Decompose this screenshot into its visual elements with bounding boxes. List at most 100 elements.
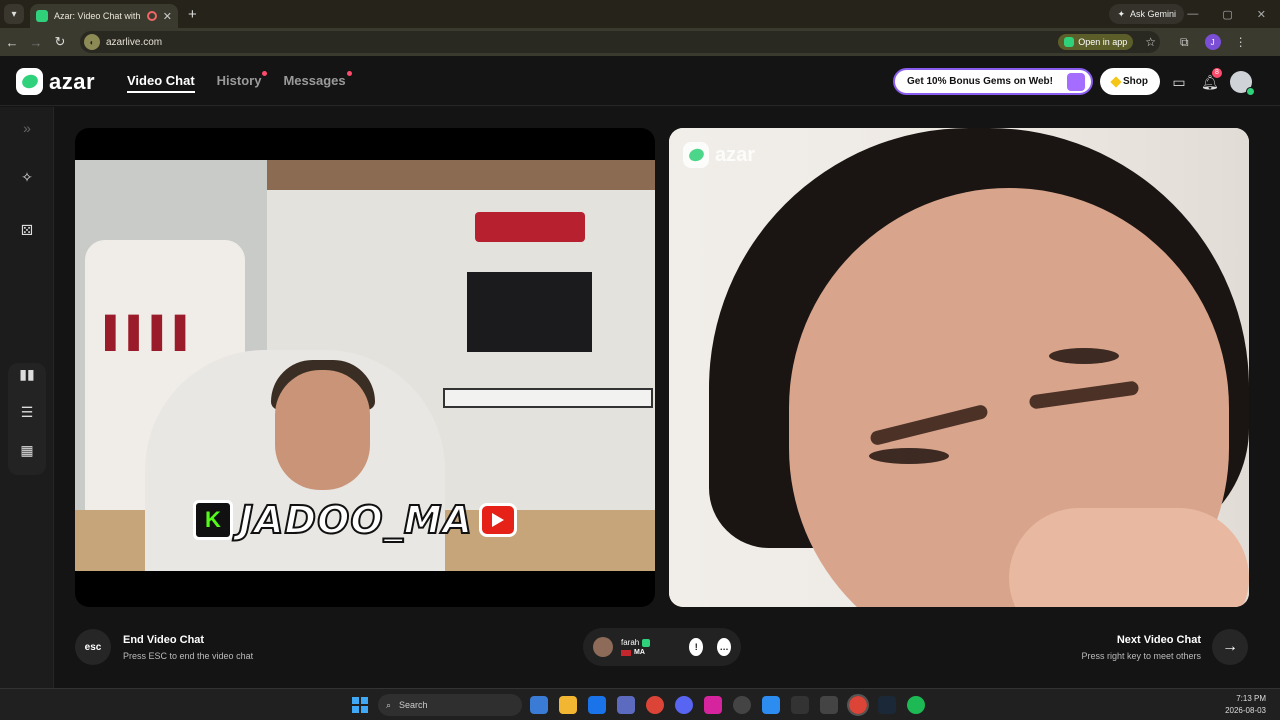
partner-avatar[interactable] xyxy=(593,637,613,657)
windows-taskbar: ⌕ Search 7:13 PM 2026-08-03 xyxy=(0,688,1280,720)
streamer-handle: JADOO_MA xyxy=(238,497,473,543)
reload-icon[interactable]: ↻ xyxy=(48,34,72,50)
partner-info: farah MA xyxy=(621,638,667,656)
nav-history[interactable]: History xyxy=(216,71,268,93)
photos-app-icon[interactable] xyxy=(530,696,548,714)
layout-switcher: ▮▮ ☰ ▦ xyxy=(8,363,46,475)
minimize-icon[interactable]: — xyxy=(1187,8,1198,20)
maximize-icon[interactable]: ▢ xyxy=(1222,8,1232,21)
outlook-icon[interactable] xyxy=(588,696,606,714)
notification-badge: 8 xyxy=(1212,68,1222,78)
extensions-icon[interactable]: ⧉ xyxy=(1180,35,1189,50)
partner-eye-right xyxy=(1049,348,1119,364)
profile-avatar[interactable]: J xyxy=(1204,34,1221,50)
nav-messages[interactable]: Messages xyxy=(283,71,352,93)
browser-tab[interactable]: Azar: Video Chat with New ✕ xyxy=(30,4,178,28)
azar-watermark-text: azar xyxy=(715,143,756,166)
magic-wand-icon[interactable]: ✧ xyxy=(14,164,40,190)
open-in-app-button[interactable]: Open in app xyxy=(1058,34,1134,50)
azar-watermark-icon xyxy=(683,142,709,168)
chat-bubble-icon[interactable]: … xyxy=(717,638,731,656)
shop-label: Shop xyxy=(1123,76,1148,87)
history-unread-dot xyxy=(262,71,268,76)
end-chat-button[interactable]: esc xyxy=(75,629,111,665)
file-explorer-icon[interactable] xyxy=(559,696,577,714)
next-chat-hint: Press right key to meet others xyxy=(1081,651,1201,661)
tab-search-button[interactable]: ▾ xyxy=(4,4,24,24)
partner-country: MA xyxy=(634,649,645,656)
partner-eye-left xyxy=(869,448,949,464)
shop-button[interactable]: Shop xyxy=(1100,68,1160,95)
window-controls: — ▢ ✕ xyxy=(1187,0,1280,28)
promo-label: Get 10% Bonus Gems on Web! xyxy=(907,76,1053,87)
clock-date: 2026-08-03 xyxy=(1225,706,1266,715)
next-chat-arrow-icon[interactable]: → xyxy=(1212,629,1248,665)
video-tv xyxy=(467,272,592,352)
report-shield-icon[interactable]: ! xyxy=(689,638,704,656)
forward-arrow-icon[interactable]: → xyxy=(24,35,48,50)
taskbar-clock[interactable]: 7:13 PM 2026-08-03 xyxy=(1225,693,1266,717)
gem-icon xyxy=(1110,75,1122,88)
back-arrow-icon[interactable]: ← xyxy=(0,35,24,50)
taskbar-search-placeholder: Search xyxy=(399,700,428,710)
spotify-icon[interactable] xyxy=(907,696,925,714)
close-tab-icon[interactable]: ✕ xyxy=(163,10,172,23)
new-tab-button[interactable]: + xyxy=(188,6,197,23)
verified-shield-icon xyxy=(642,638,651,647)
tab-title: Azar: Video Chat with New xyxy=(54,11,141,21)
store-icon[interactable] xyxy=(617,696,635,714)
layout-stacked-icon[interactable]: ☰ xyxy=(14,399,40,425)
online-status-dot xyxy=(1246,87,1255,96)
messages-unread-dot xyxy=(346,71,352,76)
search-icon: ⌕ xyxy=(386,699,392,710)
user-avatar[interactable] xyxy=(1230,71,1255,96)
browser-tab-bar: ▾ Azar: Video Chat with New ✕ + ✦ Ask Ge… xyxy=(0,0,1280,28)
nav-messages-label: Messages xyxy=(283,73,346,88)
gemini-sparkle-icon: ✦ xyxy=(1117,8,1125,19)
close-window-icon[interactable]: ✕ xyxy=(1257,8,1266,21)
open-in-app-label: Open in app xyxy=(1078,37,1128,47)
url-text: azarlive.com xyxy=(106,36,163,48)
taskbar-apps xyxy=(530,694,925,716)
browser-menu-icon[interactable]: ⋮ xyxy=(1235,35,1247,49)
notification-bell-icon[interactable]: 🔔︎ 8 xyxy=(1201,68,1222,90)
recording-indicator-icon xyxy=(146,11,157,21)
nav-history-label: History xyxy=(216,73,262,88)
chrome-active-icon[interactable] xyxy=(847,694,869,716)
kick-logo-icon: K xyxy=(193,500,233,540)
expand-sidebar-icon[interactable]: » xyxy=(14,115,40,141)
azar-video-watermark: azar xyxy=(683,142,755,168)
layout-side-by-side-icon[interactable]: ▮▮ xyxy=(14,361,40,387)
azar-logo-text: azar xyxy=(49,68,96,94)
ask-gemini-label: Ask Gemini xyxy=(1129,9,1176,19)
bonus-gems-promo-button[interactable]: Get 10% Bonus Gems on Web! xyxy=(893,68,1093,95)
site-info-icon[interactable]: ◐ xyxy=(84,34,100,50)
main-nav: Video Chat History Messages xyxy=(127,71,352,93)
steam-icon-2[interactable] xyxy=(878,696,896,714)
omnibox[interactable]: ◐ azarlive.com Open in app ☆ xyxy=(80,31,1160,53)
clock-time: 7:13 PM xyxy=(1236,694,1266,703)
azar-logo[interactable]: azar xyxy=(16,68,95,95)
app-icon-3[interactable] xyxy=(820,696,838,714)
nav-video-chat[interactable]: Video Chat xyxy=(127,73,195,93)
partner-info-bar: farah MA ! … xyxy=(583,628,741,666)
discord-icon[interactable] xyxy=(675,696,693,714)
self-video-feed: ▌▌▌▌ K JADOO_MA xyxy=(75,160,655,571)
azar-app-icon xyxy=(1064,37,1075,47)
instagram-icon[interactable] xyxy=(704,696,722,714)
morocco-flag-icon xyxy=(621,649,631,656)
steam-icon[interactable] xyxy=(791,696,809,714)
taskbar-search[interactable]: ⌕ Search xyxy=(378,694,522,716)
chrome-icon[interactable] xyxy=(646,696,664,714)
windows-start-icon[interactable] xyxy=(352,697,368,713)
app-header: azar Video Chat History Messages Get 10%… xyxy=(0,56,1280,106)
inbox-icon[interactable]: ▭ xyxy=(1171,74,1187,90)
partner-hand xyxy=(1009,508,1249,607)
bookmark-star-icon[interactable]: ☆ xyxy=(1145,35,1156,49)
ask-gemini-button[interactable]: ✦ Ask Gemini xyxy=(1109,4,1184,24)
app-icon[interactable] xyxy=(733,696,751,714)
dice-icon[interactable]: ⚄ xyxy=(14,217,40,243)
next-chat-title: Next Video Chat xyxy=(1116,634,1201,646)
app-icon-2[interactable] xyxy=(762,696,780,714)
layout-grid-icon[interactable]: ▦ xyxy=(14,437,40,463)
